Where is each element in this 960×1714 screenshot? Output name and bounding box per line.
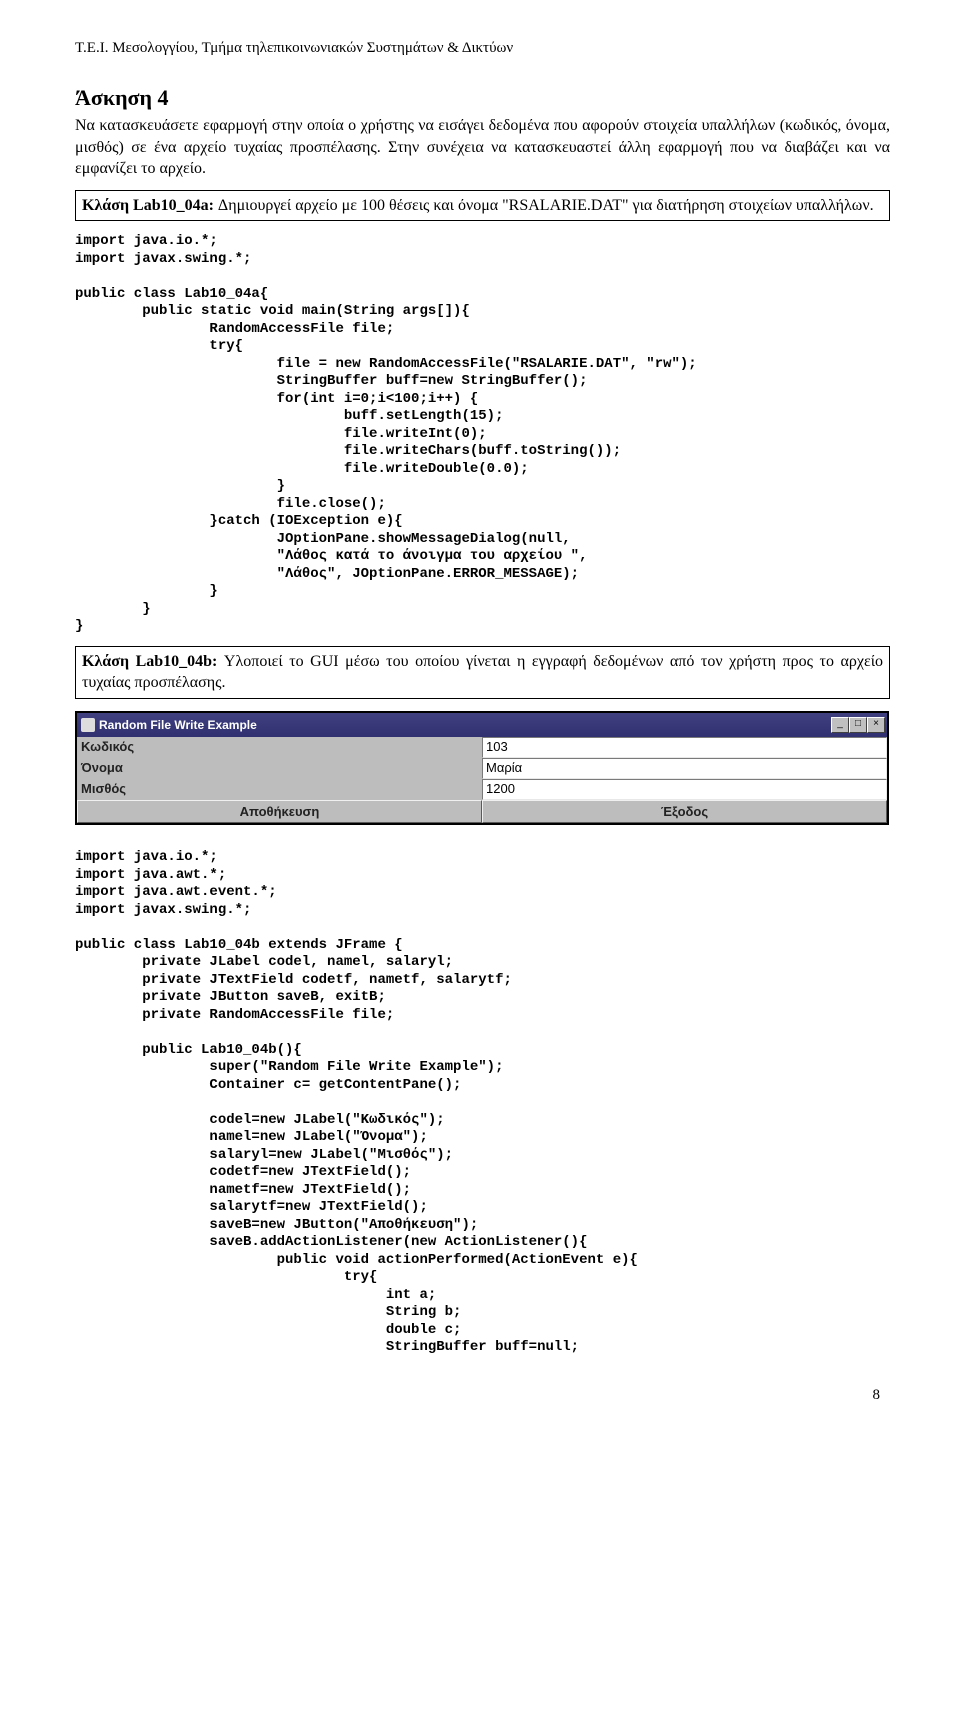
maximize-icon[interactable]: □ [849,717,867,733]
class-label-a: Κλάση Lab10_04a: [82,197,214,214]
window-title: Random File Write Example [99,718,257,732]
page-header: T.E.I. Μεσολογγίου, Τμήμα τηλεπικοινωνια… [75,40,890,57]
java-icon [81,718,95,732]
page-number: 8 [75,1387,890,1404]
close-icon[interactable]: × [867,717,885,733]
exercise-intro: Να κατασκευάσετε εφαρμογή στην οποία ο χ… [75,115,890,180]
class-description-box-a: Κλάση Lab10_04a: Δημιουργεί αρχείο με 10… [75,190,890,222]
input-code[interactable]: 103 [482,737,887,758]
input-name[interactable]: Μαρία [482,758,887,779]
class-label-b: Κλάση Lab10_04b: [82,653,217,670]
gui-titlebar: Random File Write Example _ □ × [77,713,887,737]
minimize-icon[interactable]: _ [831,717,849,733]
exercise-title: Άσκηση 4 [75,85,890,111]
save-button[interactable]: Αποθήκευση [77,800,482,823]
class-desc-a: Δημιουργεί αρχείο με 100 θέσεις και όνομ… [214,197,874,214]
code-block-b: import java.io.*; import java.awt.*; imp… [75,849,890,1357]
label-name: Όνομα [77,758,482,779]
label-salary: Μισθός [77,779,482,800]
code-block-a: import java.io.*; import javax.swing.*; … [75,233,890,636]
exit-button[interactable]: Έξοδος [482,800,887,823]
class-description-box-b: Κλάση Lab10_04b: Υλοποιεί το GUI μέσω το… [75,646,890,699]
gui-window: Random File Write Example _ □ × Κωδικός … [75,711,889,825]
label-code: Κωδικός [77,737,482,758]
input-salary[interactable]: 1200 [482,779,887,800]
